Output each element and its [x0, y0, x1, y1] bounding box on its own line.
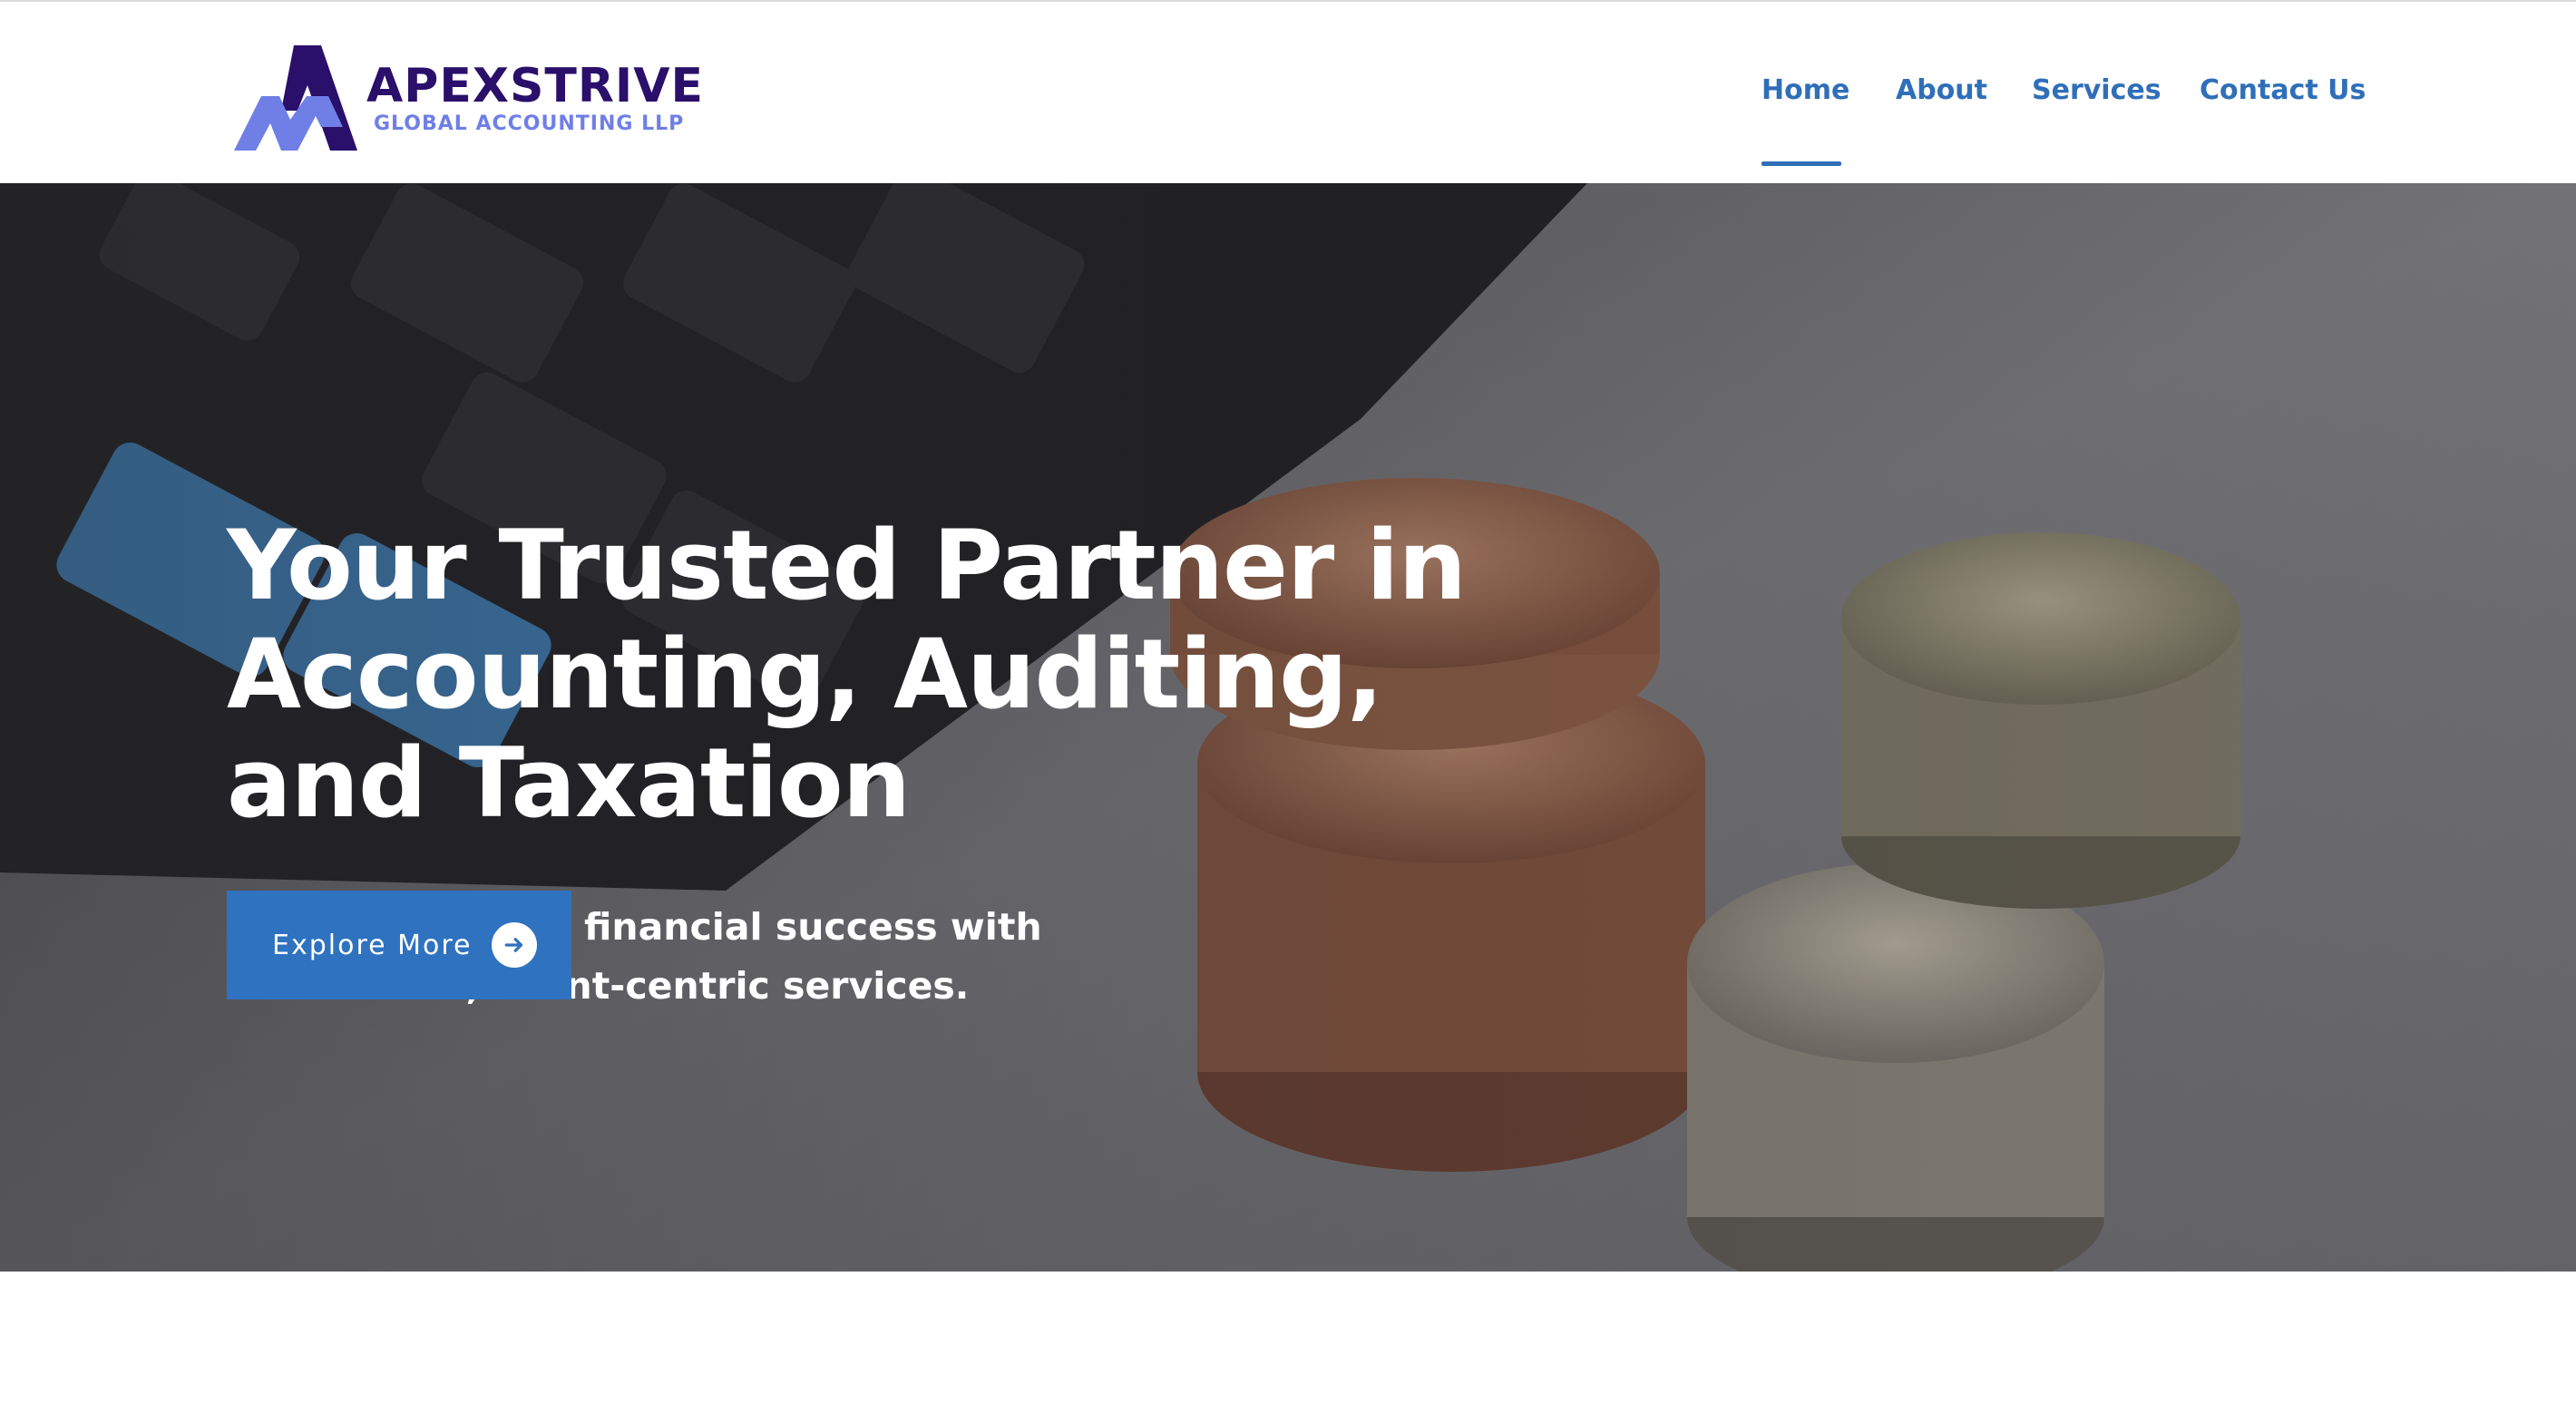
active-nav-indicator — [1761, 161, 1841, 166]
explore-more-button[interactable]: Explore More — [227, 891, 571, 999]
brand-tagline: GLOBAL ACCOUNTING LLP — [374, 112, 685, 135]
content-area-below-hero — [0, 1272, 2576, 1413]
site-header: APEXSTRIVE GLOBAL ACCOUNTING LLP Home Ab… — [0, 0, 2576, 183]
nav-item-contact[interactable]: Contact Us — [2200, 73, 2366, 109]
apex-logo-icon — [234, 45, 357, 151]
brand-text: APEXSTRIVE GLOBAL ACCOUNTING LLP — [366, 60, 704, 136]
nav-item-about[interactable]: About — [1896, 73, 1987, 109]
brand-name: APEXSTRIVE — [366, 59, 705, 113]
explore-more-label: Explore More — [272, 929, 473, 961]
main-nav: Home About Services Contact Us — [1669, 2, 2576, 185]
hero-section: Your Trusted Partner in Accounting, Audi… — [0, 183, 2576, 1272]
arrow-right-circle-icon — [492, 922, 538, 968]
nav-item-home[interactable]: Home — [1761, 73, 1849, 109]
nav-item-services[interactable]: Services — [2032, 73, 2161, 109]
hero-title: Your Trusted Partner in Accounting, Audi… — [227, 510, 1467, 839]
brand-logo[interactable]: APEXSTRIVE GLOBAL ACCOUNTING LLP — [234, 44, 704, 152]
